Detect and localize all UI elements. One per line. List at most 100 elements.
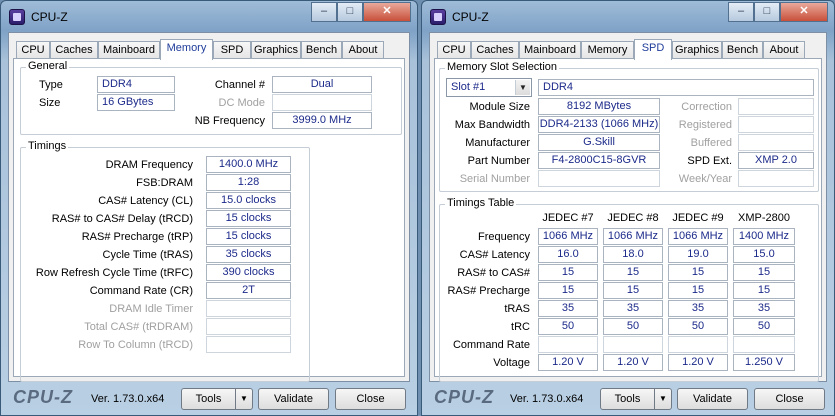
timing-label-dram-idle-timer: DRAM Idle Timer [109, 303, 193, 315]
timings-cell: 15 [603, 282, 663, 299]
week-year-label: Week/Year [678, 173, 732, 185]
timing-label-command-rate: Command Rate (CR) [89, 285, 193, 297]
registered-value [738, 116, 814, 133]
version-label: Ver. 1.73.0.x64 [510, 393, 584, 405]
tools-button[interactable]: Tools ▼ [181, 388, 253, 410]
col-header-jedec8: JEDEC #8 [607, 212, 659, 224]
timings-cell: 18.0 [603, 246, 663, 263]
buffered-value [738, 134, 814, 151]
cpuz-logo: CPU-Z [434, 387, 494, 407]
timings-cell: 15 [668, 282, 728, 299]
cpuz-app-icon [9, 9, 25, 25]
col-header-jedec7: JEDEC #7 [542, 212, 594, 224]
timings-cell: 15 [733, 282, 795, 299]
timings-cell: 35 [538, 300, 598, 317]
close-window-button[interactable]: ✕ [780, 2, 828, 22]
memory-slot-group: Memory Slot Selection Slot #1 ▼ DDR4 Mod… [439, 61, 819, 192]
cpuz-window-memory: CPU-Z – □ ✕ CPU Caches Mainboard Memory … [0, 0, 418, 416]
tools-button[interactable]: Tools ▼ [600, 388, 672, 410]
timing-value-trfc: 390 clocks [206, 264, 291, 281]
timings-row-label: tRC [511, 321, 530, 333]
timings-cell: 15 [733, 264, 795, 281]
buffered-label: Buffered [690, 137, 732, 149]
timing-label-tras: Cycle Time (tRAS) [102, 249, 193, 261]
timing-label-row-to-column: Row To Column (tRCD) [78, 339, 193, 351]
client-area: CPU Caches Mainboard Memory SPD Graphics… [8, 32, 410, 382]
timings-row-label: CAS# Latency [459, 249, 530, 261]
timing-value-tras: 35 clocks [206, 246, 291, 263]
timing-value-cas-latency: 15.0 clocks [206, 192, 291, 209]
max-bandwidth-label: Max Bandwidth [454, 119, 530, 131]
timings-row-label: RAS# Precharge [447, 285, 530, 297]
window-title: CPU-Z [31, 10, 68, 24]
col-header-xmp2800: XMP-2800 [738, 212, 790, 224]
tab-spd[interactable]: SPD [634, 39, 672, 60]
window-title: CPU-Z [452, 10, 489, 24]
close-button[interactable]: Close [754, 388, 825, 410]
timings-cell: 1.20 V [603, 354, 663, 371]
chevron-down-icon[interactable]: ▼ [235, 389, 252, 409]
chevron-down-icon[interactable]: ▼ [654, 389, 671, 409]
dcmode-value [272, 94, 372, 111]
slot-type-value: DDR4 [538, 79, 814, 96]
memory-panel: General Type DDR4 Size 16 GBytes Channel… [13, 58, 405, 382]
week-year-value [738, 170, 814, 187]
manufacturer-label: Manufacturer [465, 137, 530, 149]
timing-label-dram-frequency: DRAM Frequency [105, 159, 193, 171]
footer-bar: CPU-Z Ver. 1.73.0.x64 Tools ▼ Validate C… [422, 383, 834, 415]
timings-cell: 50 [668, 318, 728, 335]
timings-row-label: Voltage [493, 357, 530, 369]
timings-cell: 15 [538, 282, 598, 299]
timing-label-fsb-dram: FSB:DRAM [136, 177, 193, 189]
timings-row-label: RAS# to CAS# [457, 267, 530, 279]
timings-cell: 15 [538, 264, 598, 281]
close-window-button[interactable]: ✕ [363, 2, 411, 22]
close-button[interactable]: Close [335, 388, 406, 410]
timings-cell: 15.0 [733, 246, 795, 263]
validate-button[interactable]: Validate [258, 388, 329, 410]
timings-row-label: Frequency [478, 231, 530, 243]
maximize-button[interactable]: □ [754, 2, 780, 22]
size-value: 16 GBytes [97, 94, 175, 111]
general-group-title: General [26, 60, 70, 72]
spd-ext-label: SPD Ext. [687, 155, 732, 167]
validate-button[interactable]: Validate [677, 388, 748, 410]
correction-value [738, 98, 814, 115]
chevron-down-icon[interactable]: ▼ [515, 80, 530, 95]
timings-cell: 1400 MHz [733, 228, 795, 245]
slot-select-value: Slot #1 [451, 81, 486, 93]
memory-slot-group-title: Memory Slot Selection [445, 61, 560, 73]
correction-label: Correction [681, 101, 732, 113]
size-label: Size [39, 97, 61, 109]
minimize-button[interactable]: – [728, 2, 754, 22]
nbfreq-label: NB Frequency [194, 115, 265, 127]
spd-ext-value: XMP 2.0 [738, 152, 814, 169]
serial-number-value [538, 170, 660, 187]
maximize-button[interactable]: □ [337, 2, 363, 22]
timings-cell: 1.20 V [538, 354, 598, 371]
minimize-button[interactable]: – [311, 2, 337, 22]
timings-cell: 1.250 V [733, 354, 795, 371]
cpuz-app-icon [430, 9, 446, 25]
timings-cell: 1066 MHz [538, 228, 598, 245]
tools-button-label: Tools [195, 393, 222, 405]
version-label: Ver. 1.73.0.x64 [91, 393, 165, 405]
timing-value-command-rate: 2T [206, 282, 291, 299]
timing-value-trcd: 15 clocks [206, 210, 291, 227]
client-area: CPU Caches Mainboard Memory SPD Graphics… [429, 32, 827, 382]
timings-cell: 50 [603, 318, 663, 335]
tools-button-label: Tools [614, 393, 641, 405]
tab-memory[interactable]: Memory [160, 39, 213, 60]
module-size-value: 8192 MBytes [538, 98, 660, 115]
timing-value-row-to-column [206, 336, 291, 353]
timings-cell: 35 [603, 300, 663, 317]
timing-value-trp: 15 clocks [206, 228, 291, 245]
timings-cell [733, 336, 795, 353]
manufacturer-value: G.Skill [538, 134, 660, 151]
slot-select[interactable]: Slot #1 ▼ [446, 78, 532, 97]
type-value: DDR4 [97, 76, 175, 93]
general-group: General Type DDR4 Size 16 GBytes Channel… [20, 60, 402, 135]
title-bar[interactable]: CPU-Z – □ ✕ [1, 1, 417, 31]
timings-table-group: Timings Table JEDEC #7 JEDEC #8 JEDEC #9… [439, 197, 819, 382]
title-bar[interactable]: CPU-Z – □ ✕ [422, 1, 834, 31]
